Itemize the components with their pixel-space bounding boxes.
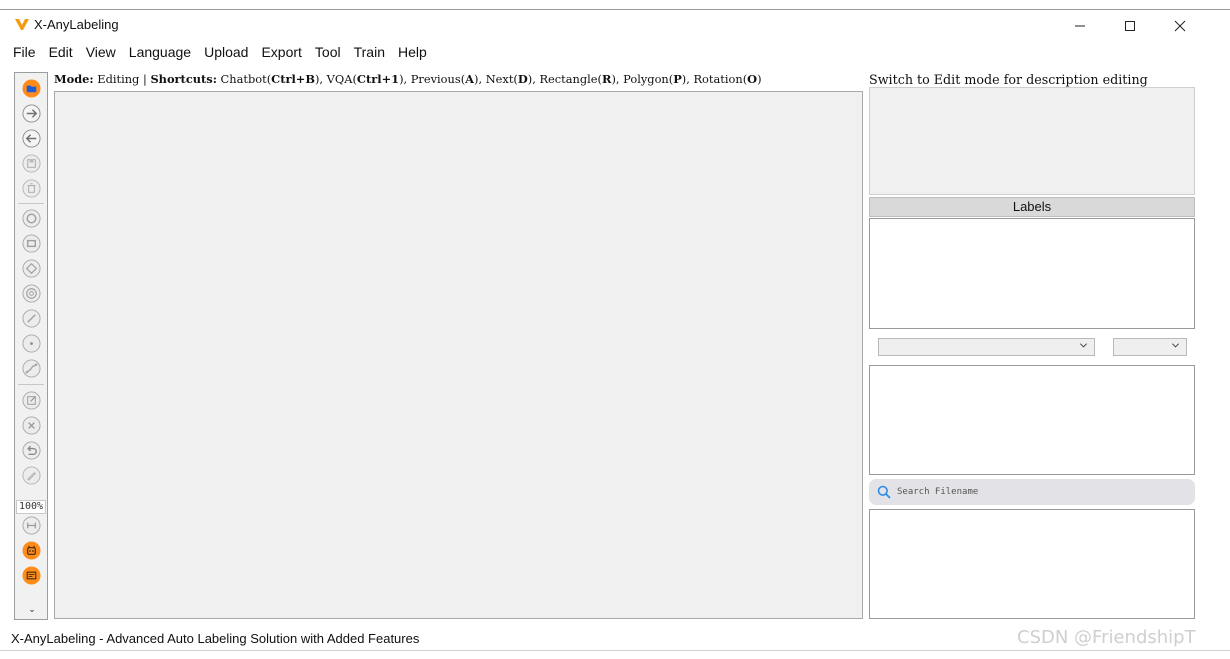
next-arrow-icon[interactable] <box>22 104 41 123</box>
shortcut-name: Previous <box>410 72 461 86</box>
description-hint: Switch to Edit mode for description edit… <box>869 72 1148 87</box>
shape-list[interactable] <box>869 365 1195 475</box>
image-canvas[interactable] <box>54 91 863 619</box>
open-folder-icon[interactable] <box>22 79 41 98</box>
search-bar[interactable] <box>869 479 1195 505</box>
labels-list[interactable] <box>869 218 1195 329</box>
delete-icon[interactable] <box>22 179 41 198</box>
search-icon <box>877 485 891 499</box>
mode-separator: | <box>142 72 147 86</box>
shortcuts-label: Shortcuts: <box>150 72 217 86</box>
close-button[interactable] <box>1157 11 1203 41</box>
polygon-icon[interactable] <box>22 259 41 278</box>
close-icon <box>1174 20 1186 32</box>
menu-language[interactable]: Language <box>122 43 197 63</box>
chevron-down-icon <box>1079 343 1088 348</box>
chevron-down-icon <box>1171 343 1180 348</box>
toolbar-separator <box>18 203 44 204</box>
shortcut-key: P <box>673 72 682 86</box>
rotation-icon[interactable] <box>22 284 41 303</box>
brush-icon[interactable] <box>22 466 41 485</box>
chevron-down-icon[interactable]: ⌄ <box>26 604 38 616</box>
toolbar-separator <box>18 384 44 385</box>
maximize-button[interactable] <box>1107 11 1153 41</box>
line-icon[interactable] <box>22 309 41 328</box>
mode-shortcuts-bar: Mode: Editing | Shortcuts: Chatbot(Ctrl+… <box>54 72 762 86</box>
top-border <box>0 9 1230 10</box>
label-filter-dropdown[interactable] <box>878 338 1095 356</box>
shortcut-name: Next <box>485 72 514 86</box>
zoom-value[interactable]: 100% <box>16 500 46 514</box>
minimize-button[interactable] <box>1057 11 1103 41</box>
menu-file[interactable]: File <box>6 43 42 63</box>
minimize-icon <box>1075 25 1085 27</box>
save-icon[interactable] <box>22 154 41 173</box>
menu-upload[interactable]: Upload <box>197 43 254 63</box>
auto-label-icon[interactable] <box>22 541 41 560</box>
rectangle-icon[interactable] <box>22 234 41 253</box>
undo-icon[interactable] <box>22 441 41 460</box>
shortcut-key: R <box>601 72 612 86</box>
delete-shape-icon[interactable] <box>22 416 41 435</box>
search-input[interactable] <box>897 483 1187 501</box>
window-title: X-AnyLabeling <box>34 17 119 32</box>
fit-width-icon[interactable] <box>22 516 41 535</box>
menu-view[interactable]: View <box>79 43 122 63</box>
shortcut-name: Rotation <box>693 72 743 86</box>
description-area[interactable] <box>869 87 1195 195</box>
maximize-icon <box>1125 21 1135 31</box>
circle-icon[interactable] <box>22 209 41 228</box>
file-list[interactable] <box>869 509 1195 619</box>
mode-value: Editing <box>97 72 140 86</box>
menu-help[interactable]: Help <box>391 43 433 63</box>
bottom-border <box>0 650 1230 651</box>
chatbot-icon[interactable] <box>22 566 41 585</box>
shortcut-key: O <box>747 72 758 86</box>
status-bar: X-AnyLabeling - Advanced Auto Labeling S… <box>11 631 420 646</box>
shortcut-key: Ctrl+B <box>271 72 315 86</box>
menu-bar: File Edit View Language Upload Export To… <box>6 43 433 63</box>
app-logo-icon <box>14 16 30 32</box>
shortcut-key: A <box>465 72 475 86</box>
shortcut-name: Chatbot <box>220 72 267 86</box>
menu-export[interactable]: Export <box>254 43 307 63</box>
shortcut-key: D <box>517 72 528 86</box>
mode-label: Mode: <box>54 72 94 86</box>
edit-icon[interactable] <box>22 391 41 410</box>
shortcut-key: Ctrl+1 <box>356 72 400 86</box>
shortcut-name: VQA <box>326 72 353 86</box>
menu-tool[interactable]: Tool <box>308 43 347 63</box>
labels-header: Labels <box>869 197 1195 217</box>
shortcut-name: Rectangle <box>539 72 598 86</box>
left-toolbar: 100% ⌄ <box>14 72 48 620</box>
point-icon[interactable] <box>22 334 41 353</box>
prev-arrow-icon[interactable] <box>22 129 41 148</box>
group-filter-dropdown[interactable] <box>1113 338 1187 356</box>
menu-train[interactable]: Train <box>347 43 391 63</box>
watermark: CSDN @FriendshipT <box>1017 627 1196 648</box>
menu-edit[interactable]: Edit <box>42 43 79 63</box>
title-bar: X-AnyLabeling <box>0 11 1230 41</box>
linestrip-icon[interactable] <box>22 359 41 378</box>
shortcut-name: Polygon <box>623 72 669 86</box>
